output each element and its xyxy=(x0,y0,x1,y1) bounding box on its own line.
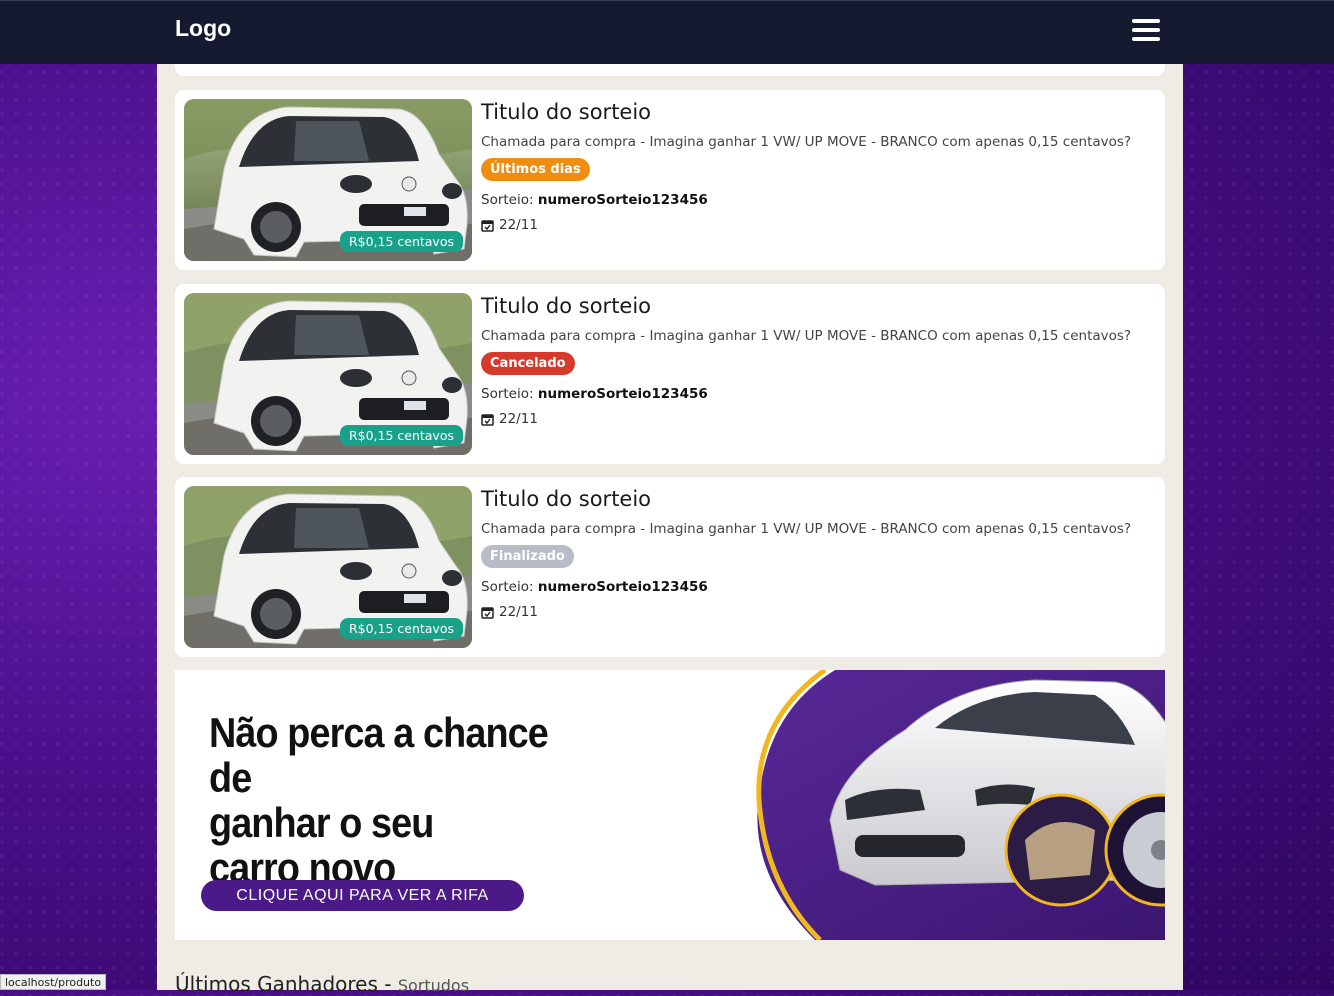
raffle-thumbnail: R$0,15 centavos xyxy=(184,99,472,261)
raffle-card[interactable]: R$0,15 centavos Titulo do sorteio Chamad… xyxy=(175,284,1165,464)
top-navbar: Logo xyxy=(0,0,1334,64)
status-badge: Finalizado xyxy=(481,545,574,568)
raffle-title[interactable]: Titulo do sorteio xyxy=(481,294,651,318)
raffle-title[interactable]: Titulo do sorteio xyxy=(481,487,651,511)
logo[interactable]: Logo xyxy=(175,15,231,42)
raffle-card[interactable]: R$0,15 centavos Titulo do sorteio Chamad… xyxy=(175,90,1165,270)
raffle-date: 22/11 xyxy=(481,411,538,427)
raffle-date: 22/11 xyxy=(481,217,538,233)
raffle-number: Sorteio: numeroSorteio123456 xyxy=(481,192,708,208)
raffle-number-value: numeroSorteio123456 xyxy=(537,386,708,402)
calendar-check-icon xyxy=(481,413,494,426)
banner-headline: Não perca a chance de ganhar o seu carro… xyxy=(209,709,549,891)
raffle-date: 22/11 xyxy=(481,604,538,620)
calendar-check-icon xyxy=(481,606,494,619)
raffle-number-label: Sorteio: xyxy=(481,579,534,595)
raffle-number-value: numeroSorteio123456 xyxy=(537,579,708,595)
promo-banner[interactable]: Não perca a chance de ganhar o seu carro… xyxy=(175,670,1165,940)
raffle-description: Chamada para compra - Imagina ganhar 1 V… xyxy=(481,521,1132,537)
banner-car-art xyxy=(685,670,1165,940)
raffle-number-label: Sorteio: xyxy=(481,192,534,208)
raffle-date-value: 22/11 xyxy=(499,217,538,233)
hamburger-icon xyxy=(1132,19,1160,23)
main-content: R$0,15 centavos Titulo do sorteio Chamad… xyxy=(157,0,1183,996)
calendar-check-icon xyxy=(481,219,494,232)
raffle-number-value: numeroSorteio123456 xyxy=(537,192,708,208)
price-tag: R$0,15 centavos xyxy=(339,425,463,446)
status-badge: Cancelado xyxy=(481,352,575,375)
price-tag: R$0,15 centavos xyxy=(339,618,463,639)
raffle-number-label: Sorteio: xyxy=(481,386,534,402)
status-badge: Últimos dias xyxy=(481,158,590,181)
status-bar-url: localhost/produto xyxy=(0,974,107,990)
price-tag: R$0,15 centavos xyxy=(339,231,463,252)
banner-cta-button[interactable]: CLIQUE AQUI PARA VER A RIFA xyxy=(201,880,524,911)
raffle-title[interactable]: Titulo do sorteio xyxy=(481,100,651,124)
raffle-description: Chamada para compra - Imagina ganhar 1 V… xyxy=(481,328,1132,344)
raffle-thumbnail: R$0,15 centavos xyxy=(184,486,472,648)
raffle-thumbnail: R$0,15 centavos xyxy=(184,293,472,455)
hamburger-menu-button[interactable] xyxy=(1132,19,1160,45)
raffle-description: Chamada para compra - Imagina ganhar 1 V… xyxy=(481,134,1132,150)
raffle-date-value: 22/11 xyxy=(499,604,538,620)
raffle-number: Sorteio: numeroSorteio123456 xyxy=(481,386,708,402)
raffle-number: Sorteio: numeroSorteio123456 xyxy=(481,579,708,595)
winners-heading: Últimos Ganhadores - Sortudos xyxy=(175,972,470,996)
raffle-card[interactable]: R$0,15 centavos Titulo do sorteio Chamad… xyxy=(175,477,1165,657)
raffle-date-value: 22/11 xyxy=(499,411,538,427)
